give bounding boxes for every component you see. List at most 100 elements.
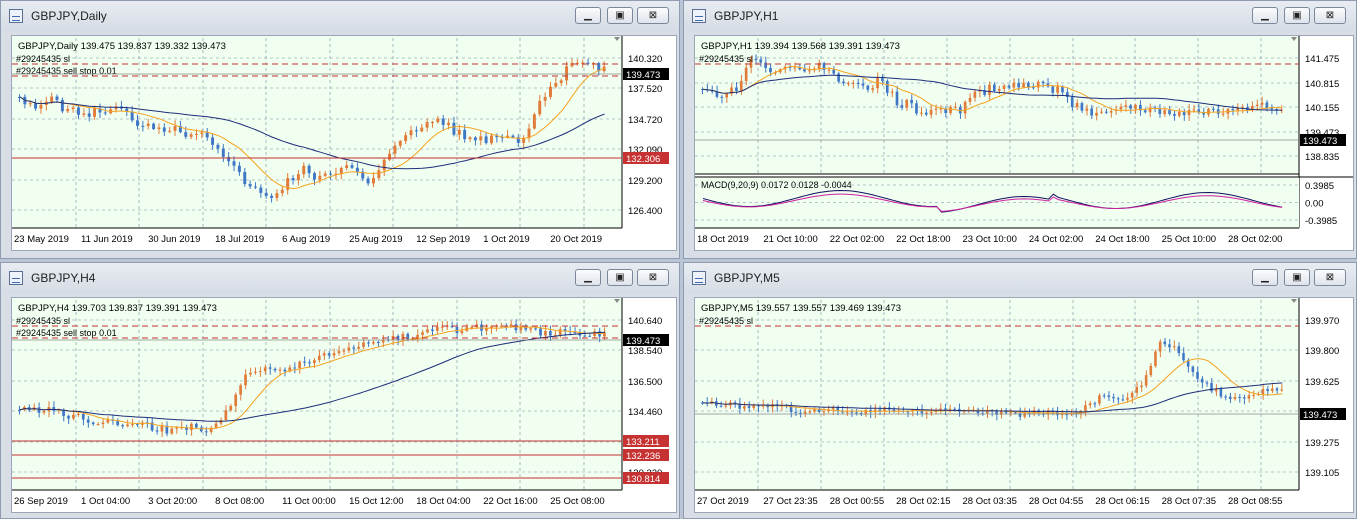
candle-body xyxy=(1084,405,1087,411)
chart-window-h1[interactable]: GBPJPY,H1 ▁ ▣ ⊠ 141.475 140.815 140.155 139… xyxy=(683,0,1357,259)
current-price-label: 139.473 xyxy=(626,70,660,81)
maximize-button[interactable]: ▣ xyxy=(607,7,633,24)
candle-body xyxy=(72,414,75,419)
close-button[interactable]: ⊠ xyxy=(637,7,669,24)
candle-body xyxy=(263,367,267,372)
window-titlebar[interactable]: GBPJPY,H1 ▁ ▣ ⊠ xyxy=(684,1,1356,31)
candle-body xyxy=(1238,396,1241,398)
chart-symbol-header: GBPJPY,M5 139.557 139.557 139.469 139.47… xyxy=(701,303,901,314)
x-axis-tick-label: 27 Oct 23:35 xyxy=(763,496,817,507)
candle-body xyxy=(754,59,758,61)
price-chart[interactable]: 140.320 137.520 134.720 132.090 129.200 126.4… xyxy=(11,35,677,251)
minimize-button[interactable]: ▁ xyxy=(1252,269,1278,286)
chart-window-h4[interactable]: GBPJPY,H4 ▁ ▣ ⊠ 140.640 138.540 136.500 134… xyxy=(0,262,680,519)
price-chart[interactable]: 139.970139.800139.625139.450139.275139.1… xyxy=(694,297,1354,513)
candle-body xyxy=(1148,107,1152,113)
candle-body xyxy=(307,165,311,174)
chart-symbol-header: GBPJPY,H1 139.394 139.568 139.391 139.47… xyxy=(701,41,900,52)
window-titlebar[interactable]: GBPJPY,M5 ▁ ▣ ⊠ xyxy=(684,263,1356,293)
candle-body xyxy=(249,372,252,375)
price-chart[interactable]: 141.475 140.815 140.155 139.473 138.835 #2924… xyxy=(694,35,1354,251)
window-titlebar[interactable]: GBPJPY,H4 ▁ ▣ ⊠ xyxy=(1,263,679,293)
close-button[interactable]: ⊠ xyxy=(1314,269,1346,286)
candle-body xyxy=(524,326,528,330)
candle-body xyxy=(130,111,134,121)
minimize-button[interactable]: ▁ xyxy=(575,7,601,24)
candle-body xyxy=(1066,92,1069,98)
close-button[interactable]: ⊠ xyxy=(637,269,669,286)
candle-body xyxy=(871,88,875,90)
close-button[interactable]: ⊠ xyxy=(1314,7,1346,24)
candle-body xyxy=(136,424,139,426)
maximize-button[interactable]: ▣ xyxy=(1284,269,1310,286)
window-titlebar[interactable]: GBPJPY,Daily ▁ ▣ ⊠ xyxy=(1,1,679,31)
candle-body xyxy=(1121,399,1125,401)
maximize-button[interactable]: ▣ xyxy=(1284,7,1310,24)
order-line-label: #29245435 sl xyxy=(699,316,753,326)
candle-body xyxy=(759,59,763,63)
candle-body xyxy=(308,362,311,364)
candle-body xyxy=(93,108,97,117)
x-axis-tick-label: 22 Oct 18:00 xyxy=(896,234,950,245)
candle-body xyxy=(1192,109,1196,111)
chart-window-m5[interactable]: GBPJPY,M5 ▁ ▣ ⊠ 139.970 139.800 139.625 139… xyxy=(683,262,1357,519)
candle-body xyxy=(224,410,228,420)
candle-body xyxy=(175,427,179,429)
candle-body xyxy=(460,330,464,334)
candle-body xyxy=(534,328,537,330)
candle-body xyxy=(1119,106,1123,110)
maximize-button[interactable]: ▣ xyxy=(607,269,633,286)
price-chart[interactable]: 140.640138.540136.500134.460132.360130.3… xyxy=(11,297,677,513)
candle-body xyxy=(291,178,295,181)
candle-body xyxy=(538,100,542,115)
candle-body xyxy=(479,136,483,141)
candlestick-chart-h1[interactable]: 141.475 140.815 140.155 139.473 138.835 #2924… xyxy=(695,36,1353,250)
current-price-label: 139.473 xyxy=(1303,136,1337,147)
candle-body xyxy=(136,120,139,126)
candle-body xyxy=(52,407,56,411)
candle-body xyxy=(463,129,467,140)
candle-body xyxy=(404,135,408,142)
macd-tick-label: 0.3985 xyxy=(1305,181,1334,192)
candle-body xyxy=(747,406,751,408)
order-line-label: #29245435 sl xyxy=(16,54,70,64)
candlestick-chart-daily[interactable]: 140.320137.520134.720132.090129.200126.4… xyxy=(12,36,676,250)
candle-body xyxy=(280,189,284,194)
candle-body xyxy=(993,84,996,91)
candle-body xyxy=(855,412,858,414)
candle-body xyxy=(302,165,306,175)
plot-area xyxy=(12,36,622,228)
candlestick-chart-h4[interactable]: 140.640138.540136.500134.460132.360130.3… xyxy=(12,298,676,512)
candle-body xyxy=(968,97,972,102)
candle-body xyxy=(973,91,977,98)
candle-body xyxy=(91,422,95,425)
candle-body xyxy=(82,113,86,115)
candlestick-chart-m5[interactable]: 139.970139.800139.625139.450139.275139.1… xyxy=(695,298,1353,512)
minimize-button[interactable]: ▁ xyxy=(575,269,601,286)
candle-body xyxy=(1154,351,1157,366)
x-axis-tick-label: 22 Oct 16:00 xyxy=(483,496,537,507)
x-axis-tick-label: 28 Oct 02:00 xyxy=(1228,234,1282,245)
x-axis-tick-label: 23 May 2019 xyxy=(14,234,69,245)
candle-body xyxy=(549,86,552,97)
candle-body xyxy=(447,122,451,125)
candle-body xyxy=(141,125,145,127)
candle-body xyxy=(1116,398,1120,400)
chart-window-daily[interactable]: GBPJPY,Daily ▁ ▣ ⊠ 140.320 137.520 134.720… xyxy=(0,0,680,259)
current-price-label: 139.473 xyxy=(1303,410,1337,421)
candle-body xyxy=(313,360,316,364)
candle-body xyxy=(1168,110,1171,115)
candle-body xyxy=(81,413,85,420)
candle-body xyxy=(39,104,43,109)
chart-symbol-header: GBPJPY,Daily 139.475 139.837 139.332 139… xyxy=(18,41,226,52)
candle-body xyxy=(739,80,743,92)
candle-body xyxy=(850,411,854,413)
price-level-label: 132.306 xyxy=(626,154,660,165)
candle-body xyxy=(66,109,70,112)
candle-body xyxy=(1075,103,1079,108)
candle-body xyxy=(200,132,204,134)
candle-body xyxy=(131,424,134,426)
candle-body xyxy=(1173,114,1176,116)
candle-body xyxy=(929,412,933,414)
minimize-button[interactable]: ▁ xyxy=(1252,7,1278,24)
